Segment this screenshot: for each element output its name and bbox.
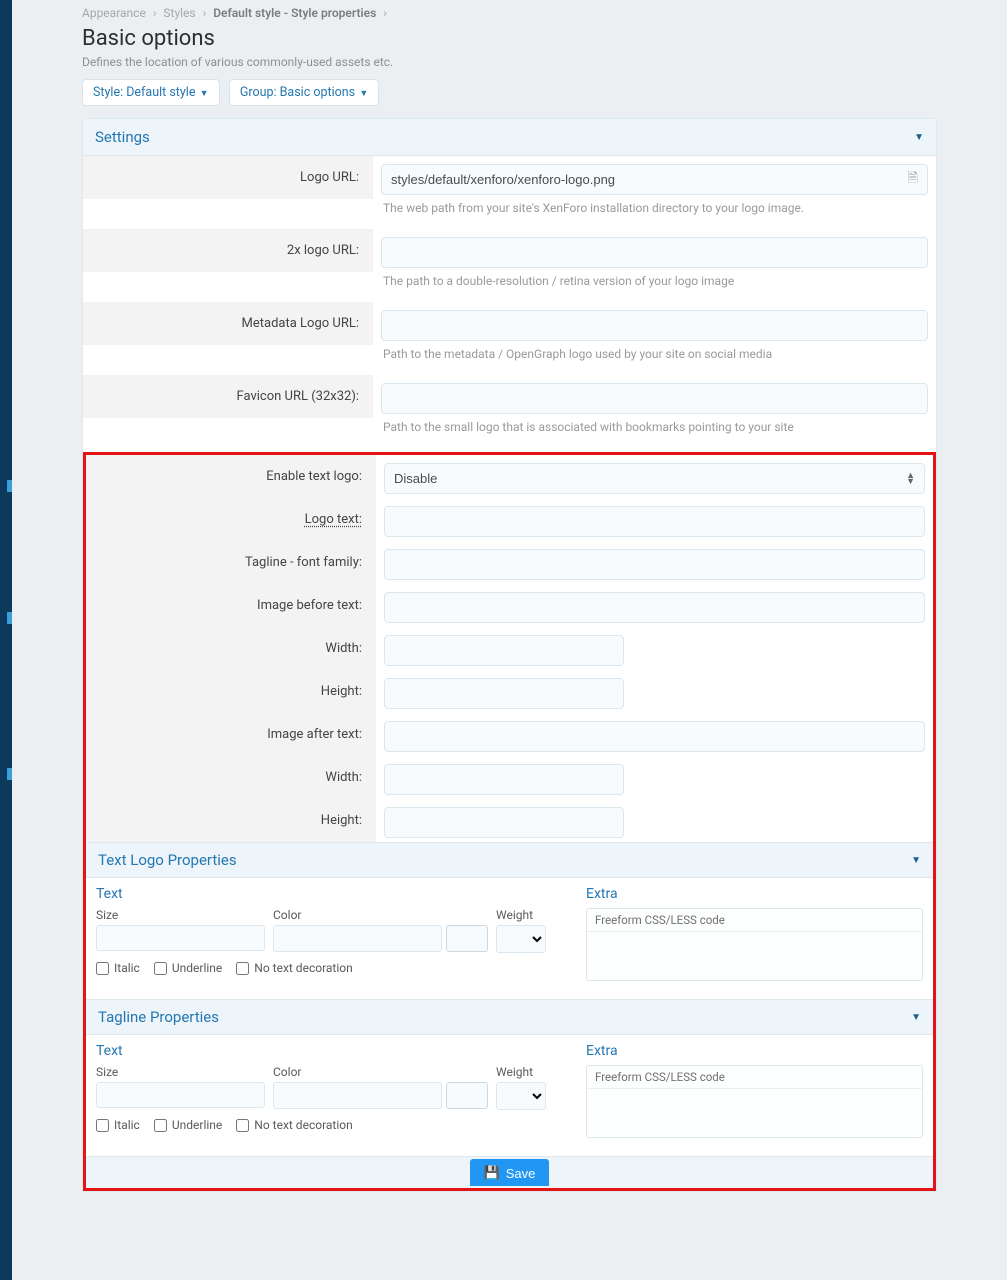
label-height1: Height: [86, 670, 376, 713]
enable-text-logo-select[interactable]: Disable [384, 463, 925, 494]
tlp-weight-select[interactable] [496, 925, 546, 953]
label-enable-text-logo: Enable text logo: [86, 455, 376, 498]
freeform-label: Freeform CSS/LESS code [587, 909, 922, 932]
tagline-font-input[interactable] [384, 549, 925, 580]
sidebar-accent [7, 480, 12, 492]
breadcrumb: Appearance › Styles › Default style - St… [82, 0, 937, 24]
freeform-label: Freeform CSS/LESS code [587, 1066, 922, 1089]
underline-checkbox[interactable]: Underline [154, 1118, 222, 1132]
caret-down-icon: ▼ [911, 855, 921, 866]
help-text: The web path from your site's XenForo in… [383, 201, 926, 215]
size-label: Size [96, 908, 265, 922]
caret-down-icon: ▼ [911, 1012, 921, 1023]
color-swatch[interactable] [446, 925, 488, 952]
color-label: Color [273, 908, 488, 922]
sidebar-accent [7, 768, 12, 780]
logo-text-input[interactable] [384, 506, 925, 537]
height1-input[interactable] [384, 678, 624, 709]
label-height2: Height: [86, 799, 376, 842]
label-width1: Width: [86, 627, 376, 670]
page-title: Basic options [82, 26, 937, 51]
label-2x-logo: 2x logo URL: [83, 229, 373, 272]
logo-url-input[interactable] [381, 164, 928, 195]
tagline-color-input[interactable] [273, 1082, 442, 1109]
breadcrumb-appearance[interactable]: Appearance [82, 6, 146, 20]
extra-css-box[interactable]: Freeform CSS/LESS code [586, 1065, 923, 1138]
style-dropdown[interactable]: Style: Default style ▼ [82, 79, 220, 106]
italic-checkbox[interactable]: Italic [96, 961, 140, 975]
italic-checkbox[interactable]: Italic [96, 1118, 140, 1132]
favicon-input[interactable] [381, 383, 928, 414]
metadata-logo-input[interactable] [381, 310, 928, 341]
tagline-size-input[interactable] [96, 1082, 265, 1108]
tlp-size-input[interactable] [96, 925, 265, 951]
underline-checkbox[interactable]: Underline [154, 961, 222, 975]
help-text: Path to the small logo that is associate… [383, 420, 926, 434]
label-image-before: Image before text: [86, 584, 376, 627]
label-logo-url: Logo URL: [83, 156, 373, 199]
label-image-after: Image after text: [86, 713, 376, 756]
tlp-color-input[interactable] [273, 925, 442, 952]
notd-checkbox[interactable]: No text decoration [236, 1118, 352, 1132]
sidebar-accent [7, 612, 12, 624]
label-favicon: Favicon URL (32x32): [83, 375, 373, 418]
text-section-label: Text [96, 886, 546, 902]
extra-css-box[interactable]: Freeform CSS/LESS code [586, 908, 923, 981]
tagline-weight-select[interactable] [496, 1082, 546, 1110]
help-text: The path to a double-resolution / retina… [383, 274, 926, 288]
breadcrumb-styles[interactable]: Styles [163, 6, 195, 20]
weight-label: Weight [496, 1065, 546, 1079]
size-label: Size [96, 1065, 265, 1079]
extra-section-label: Extra [586, 1043, 923, 1059]
width1-input[interactable] [384, 635, 624, 666]
caret-down-icon: ▼ [914, 132, 924, 143]
save-button[interactable]: 💾 Save [470, 1159, 550, 1186]
extra-section-label: Extra [586, 886, 923, 902]
width2-input[interactable] [384, 764, 624, 795]
page-subtitle: Defines the location of various commonly… [82, 55, 937, 69]
height2-input[interactable] [384, 807, 624, 838]
save-icon: 💾 [484, 1165, 500, 1181]
color-label: Color [273, 1065, 488, 1079]
tagline-properties-header[interactable]: Tagline Properties ▼ [86, 999, 933, 1035]
weight-label: Weight [496, 908, 546, 922]
label-width2: Width: [86, 756, 376, 799]
caret-down-icon: ▼ [197, 89, 208, 99]
caret-down-icon: ▼ [357, 89, 368, 99]
text-logo-properties-header[interactable]: Text Logo Properties ▼ [86, 842, 933, 878]
image-before-input[interactable] [384, 592, 925, 623]
label-tagline-font: Tagline - font family: [86, 541, 376, 584]
image-after-input[interactable] [384, 721, 925, 752]
highlighted-section: Enable text logo: Disable ▲▼ Logo text: [83, 452, 936, 1191]
notd-checkbox[interactable]: No text decoration [236, 961, 352, 975]
settings-header[interactable]: Settings ▼ [83, 119, 936, 156]
text-section-label: Text [96, 1043, 546, 1059]
2x-logo-input[interactable] [381, 237, 928, 268]
help-text: Path to the metadata / OpenGraph logo us… [383, 347, 926, 361]
label-metadata-logo: Metadata Logo URL: [83, 302, 373, 345]
sidebar-stub [0, 0, 12, 1280]
color-swatch[interactable] [446, 1082, 488, 1109]
group-dropdown[interactable]: Group: Basic options ▼ [229, 79, 379, 106]
label-logo-text: Logo text: [86, 498, 376, 541]
breadcrumb-current: Default style - Style properties [213, 6, 376, 20]
